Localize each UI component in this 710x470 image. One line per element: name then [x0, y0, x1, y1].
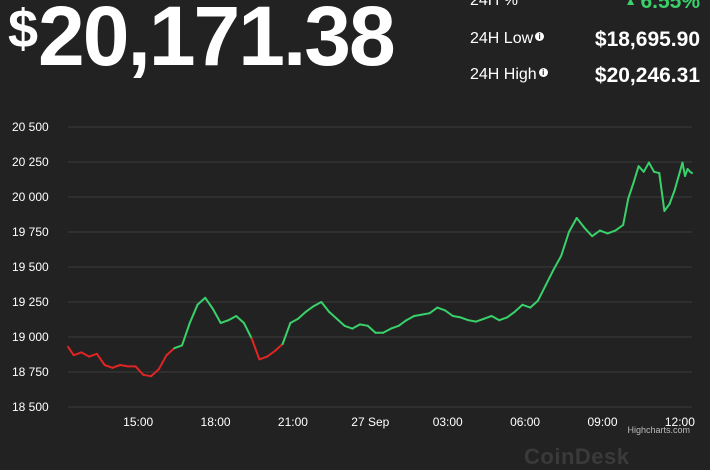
series-segment [258, 355, 269, 361]
series-segment [642, 161, 650, 173]
series-segment [490, 315, 501, 322]
series-segment [134, 365, 145, 376]
series-segment [663, 203, 671, 212]
series-segment [382, 327, 392, 334]
y-tick-label: 19 250 [12, 295, 49, 309]
series-segment [103, 364, 114, 369]
y-tick-label: 19 500 [12, 260, 49, 274]
series-segment [482, 315, 493, 320]
series-segment [335, 317, 346, 327]
x-tick-label: 15:00 [123, 415, 153, 429]
series-segment [119, 364, 129, 368]
series-segment [242, 322, 253, 340]
series-segment [181, 322, 191, 347]
series-segment [521, 303, 532, 309]
series-segment [673, 170, 681, 191]
x-tick-label: 09:00 [587, 415, 617, 429]
series-segment [689, 170, 693, 175]
series-segment [614, 224, 625, 232]
series-segment [173, 344, 184, 350]
series-segment [397, 319, 408, 327]
series-segment [297, 310, 307, 320]
series-segment [289, 317, 300, 324]
series-segment [622, 197, 630, 226]
series-segment [420, 312, 431, 316]
series-segment [165, 347, 176, 357]
series-segment [498, 316, 509, 322]
series-segment [312, 301, 323, 308]
series-segment [72, 351, 83, 357]
series-segment [320, 301, 331, 313]
series-segment [211, 308, 222, 324]
series-segment [475, 317, 485, 323]
series-segment [513, 303, 524, 313]
series-segment [88, 352, 98, 358]
series-segment [560, 231, 570, 257]
series-segment [459, 316, 470, 322]
series-segment [266, 350, 276, 358]
series-segment [413, 313, 423, 317]
series-segment [142, 373, 153, 378]
series-segment [436, 306, 447, 312]
y-tick-label: 20 000 [12, 190, 49, 204]
series-segment [359, 323, 369, 327]
series-segment [627, 182, 635, 200]
series-segment [157, 354, 168, 371]
series-segment [366, 324, 377, 334]
series-segment [95, 352, 106, 366]
chart-credit[interactable]: Highcharts.com [627, 425, 690, 435]
series-segment [235, 315, 245, 324]
series-segment [204, 296, 214, 310]
series-segment [544, 268, 555, 287]
series-segment [80, 351, 91, 358]
x-tick-label: 06:00 [510, 415, 540, 429]
y-tick-label: 19 000 [12, 330, 49, 344]
series-segment [428, 306, 439, 315]
y-tick-label: 18 500 [12, 400, 49, 414]
y-tick-label: 19 750 [12, 225, 49, 239]
series-segment [598, 229, 609, 235]
series-segment [575, 217, 586, 229]
series-segment [567, 217, 578, 233]
series-segment [552, 254, 563, 271]
series-segment [351, 323, 362, 330]
y-tick-label: 20 250 [12, 155, 49, 169]
y-tick-label: 18 750 [12, 365, 49, 379]
series-segment [150, 368, 160, 378]
series-segment [606, 229, 617, 235]
series-segment [451, 315, 462, 319]
series-segment [343, 324, 354, 330]
series-segment [647, 161, 656, 173]
series-segment [328, 310, 338, 320]
series-segment [637, 165, 645, 173]
series-segment [273, 343, 284, 352]
series-segment [67, 345, 75, 357]
x-tick-label: 21:00 [278, 415, 308, 429]
series-segment [681, 161, 687, 177]
series-segment [111, 364, 122, 369]
x-tick-label: 03:00 [433, 415, 463, 429]
x-tick-label: 27 Sep [351, 415, 389, 429]
series-segment [506, 310, 516, 319]
series-segment [250, 337, 261, 361]
series-segment [405, 315, 416, 322]
series-segment [467, 319, 478, 323]
watermark-logo: CoinDesk [524, 444, 630, 469]
series-segment [219, 319, 230, 324]
series-segment [536, 284, 547, 302]
series-segment [188, 303, 199, 324]
series-segment [658, 172, 666, 212]
series-segment [444, 309, 454, 317]
series-segment [227, 315, 238, 322]
price-chart[interactable]: 18 500 18 750 19 000 19 250 19 500 19 750 20 0… [0, 0, 710, 458]
series-segment [632, 165, 640, 184]
series-segment [389, 324, 400, 330]
x-tick-label: 18:00 [201, 415, 231, 429]
series-segment [281, 322, 292, 345]
y-tick-label: 20 500 [12, 120, 49, 134]
series-segment [304, 305, 315, 313]
series-segment [196, 296, 207, 306]
series-segment [591, 229, 601, 238]
